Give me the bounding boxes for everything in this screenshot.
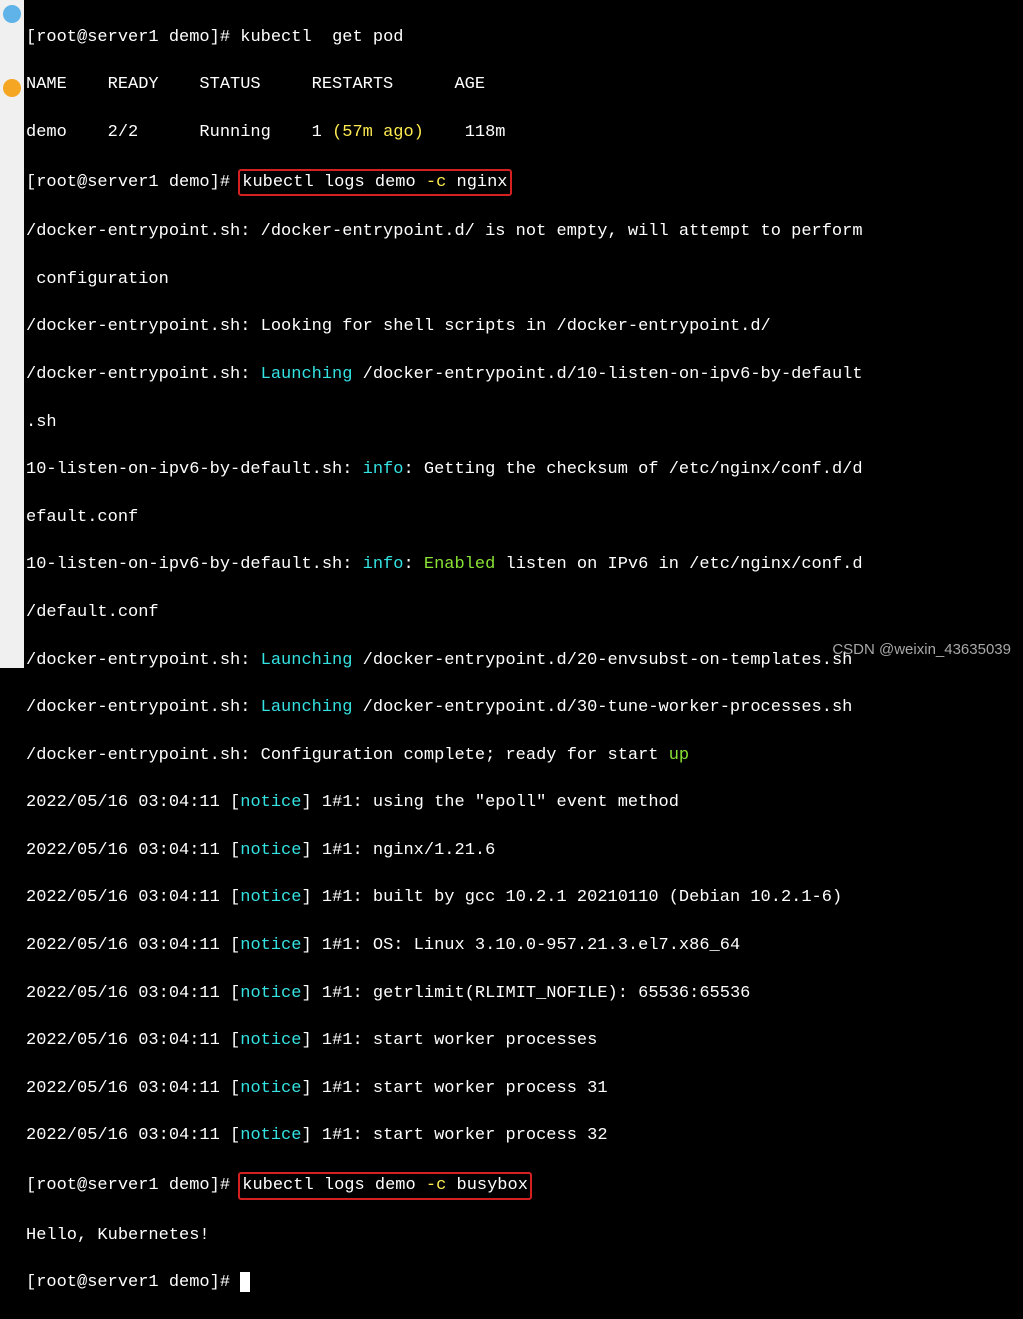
- launching-label: Launching: [261, 365, 353, 384]
- table-row: demo 2/2 Running 1 (57m ago) 118m: [26, 121, 1023, 145]
- notice-label: notice: [240, 984, 301, 1003]
- log-suffix: ] 1#1: nginx/1.21.6: [301, 841, 495, 860]
- log-suffix: ] 1#1: built by gcc 10.2.1 20210110 (Deb…: [301, 888, 842, 907]
- command-text: kubectl get pod: [240, 28, 403, 47]
- notice-label: notice: [240, 1031, 301, 1050]
- log-line: 2022/05/16 03:04:11 [notice] 1#1: start …: [26, 1077, 1023, 1101]
- container-name: busybox: [446, 1176, 528, 1195]
- shell-prompt: [root@server1 demo]#: [26, 1273, 240, 1292]
- enabled-label: Enabled: [424, 555, 495, 574]
- log-line: 2022/05/16 03:04:11 [notice] 1#1: built …: [26, 886, 1023, 910]
- log-suffix: ] 1#1: OS: Linux 3.10.0-957.21.3.el7.x86…: [301, 936, 740, 955]
- log-line: configuration: [26, 268, 1023, 292]
- prompt-line: [root@server1 demo]#: [26, 1271, 1023, 1295]
- timestamp: 2022/05/16 03:04:11 [: [26, 1079, 240, 1098]
- flag: -c: [426, 1176, 446, 1195]
- shell-prompt: [root@server1 demo]#: [26, 173, 240, 192]
- log-suffix: ] 1#1: start worker processes: [301, 1031, 597, 1050]
- shell-prompt: [root@server1 demo]#: [26, 1176, 240, 1195]
- notice-label: notice: [240, 1126, 301, 1145]
- orange-icon: [3, 79, 21, 97]
- log-line: /docker-entrypoint.sh: /docker-entrypoin…: [26, 220, 1023, 244]
- log-suffix: ] 1#1: start worker process 31: [301, 1079, 607, 1098]
- timestamp: 2022/05/16 03:04:11 [: [26, 984, 240, 1003]
- log-suffix: listen on IPv6 in /etc/nginx/conf.d: [495, 555, 862, 574]
- log-line: .sh: [26, 411, 1023, 435]
- log-line: /docker-entrypoint.sh: Configuration com…: [26, 744, 1023, 768]
- log-prefix: /docker-entrypoint.sh: Configuration com…: [26, 746, 669, 765]
- log-line: /docker-entrypoint.sh: Launching /docker…: [26, 696, 1023, 720]
- launching-label: Launching: [261, 698, 353, 717]
- notice-label: notice: [240, 888, 301, 907]
- flag: -c: [426, 173, 446, 192]
- log-prefix: /docker-entrypoint.sh:: [26, 365, 261, 384]
- table-header: NAME READY STATUS RESTARTS AGE: [26, 73, 1023, 97]
- log-line: Hello, Kubernetes!: [26, 1224, 1023, 1248]
- notice-label: notice: [240, 1079, 301, 1098]
- command-text: kubectl logs demo: [242, 1176, 426, 1195]
- timestamp: 2022/05/16 03:04:11 [: [26, 1126, 240, 1145]
- log-suffix: ] 1#1: start worker process 32: [301, 1126, 607, 1145]
- log-line: /docker-entrypoint.sh: Launching /docker…: [26, 363, 1023, 387]
- up-label: up: [669, 746, 689, 765]
- log-line: 2022/05/16 03:04:11 [notice] 1#1: nginx/…: [26, 839, 1023, 863]
- container-name: nginx: [446, 173, 507, 192]
- plane-icon: [3, 5, 21, 23]
- notice-label: notice: [240, 793, 301, 812]
- restart-age: (57m ago): [332, 123, 424, 142]
- pod-row-main: demo 2/2 Running 1: [26, 123, 332, 142]
- cursor-icon: [240, 1272, 250, 1292]
- log-line: 10-listen-on-ipv6-by-default.sh: info: G…: [26, 458, 1023, 482]
- timestamp: 2022/05/16 03:04:11 [: [26, 793, 240, 812]
- timestamp: 2022/05/16 03:04:11 [: [26, 1031, 240, 1050]
- log-line: 10-listen-on-ipv6-by-default.sh: info: E…: [26, 553, 1023, 577]
- log-suffix: ] 1#1: getrlimit(RLIMIT_NOFILE): 65536:6…: [301, 984, 750, 1003]
- log-prefix: 10-listen-on-ipv6-by-default.sh:: [26, 460, 363, 479]
- log-line: 2022/05/16 03:04:11 [notice] 1#1: OS: Li…: [26, 934, 1023, 958]
- watermark-text: CSDN @weixin_43635039: [832, 639, 1011, 660]
- log-line: 2022/05/16 03:04:11 [notice] 1#1: start …: [26, 1029, 1023, 1053]
- log-suffix: /docker-entrypoint.d/30-tune-worker-proc…: [352, 698, 852, 717]
- info-label: info: [363, 555, 404, 574]
- prompt-line: [root@server1 demo]# kubectl get pod: [26, 26, 1023, 50]
- log-line: efault.conf: [26, 506, 1023, 530]
- log-line: /docker-entrypoint.sh: Looking for shell…: [26, 315, 1023, 339]
- log-suffix: : Getting the checksum of /etc/nginx/con…: [403, 460, 862, 479]
- prompt-line: [root@server1 demo]# kubectl logs demo -…: [26, 1172, 1023, 1200]
- command-text: kubectl logs demo: [242, 173, 426, 192]
- log-suffix: /docker-entrypoint.d/20-envsubst-on-temp…: [352, 651, 852, 670]
- log-prefix: 10-listen-on-ipv6-by-default.sh:: [26, 555, 363, 574]
- timestamp: 2022/05/16 03:04:11 [: [26, 936, 240, 955]
- timestamp: 2022/05/16 03:04:11 [: [26, 841, 240, 860]
- highlight-box: kubectl logs demo -c busybox: [238, 1172, 532, 1200]
- log-prefix: /docker-entrypoint.sh:: [26, 651, 261, 670]
- log-suffix: ] 1#1: using the "epoll" event method: [301, 793, 678, 812]
- log-suffix: /docker-entrypoint.d/10-listen-on-ipv6-b…: [352, 365, 862, 384]
- notice-label: notice: [240, 841, 301, 860]
- editor-gutter: [0, 0, 24, 668]
- launching-label: Launching: [261, 651, 353, 670]
- shell-prompt: [root@server1 demo]#: [26, 28, 240, 47]
- pod-age: 118m: [424, 123, 506, 142]
- log-mid: :: [403, 555, 423, 574]
- log-prefix: /docker-entrypoint.sh:: [26, 698, 261, 717]
- timestamp: 2022/05/16 03:04:11 [: [26, 888, 240, 907]
- prompt-line: [root@server1 demo]# kubectl logs demo -…: [26, 169, 1023, 197]
- terminal-output[interactable]: [root@server1 demo]# kubectl get pod NAM…: [0, 2, 1023, 1319]
- notice-label: notice: [240, 936, 301, 955]
- log-line: 2022/05/16 03:04:11 [notice] 1#1: start …: [26, 1124, 1023, 1148]
- highlight-box: kubectl logs demo -c nginx: [238, 169, 511, 197]
- log-line: /default.conf: [26, 601, 1023, 625]
- log-line: 2022/05/16 03:04:11 [notice] 1#1: getrli…: [26, 982, 1023, 1006]
- log-line: 2022/05/16 03:04:11 [notice] 1#1: using …: [26, 791, 1023, 815]
- info-label: info: [363, 460, 404, 479]
